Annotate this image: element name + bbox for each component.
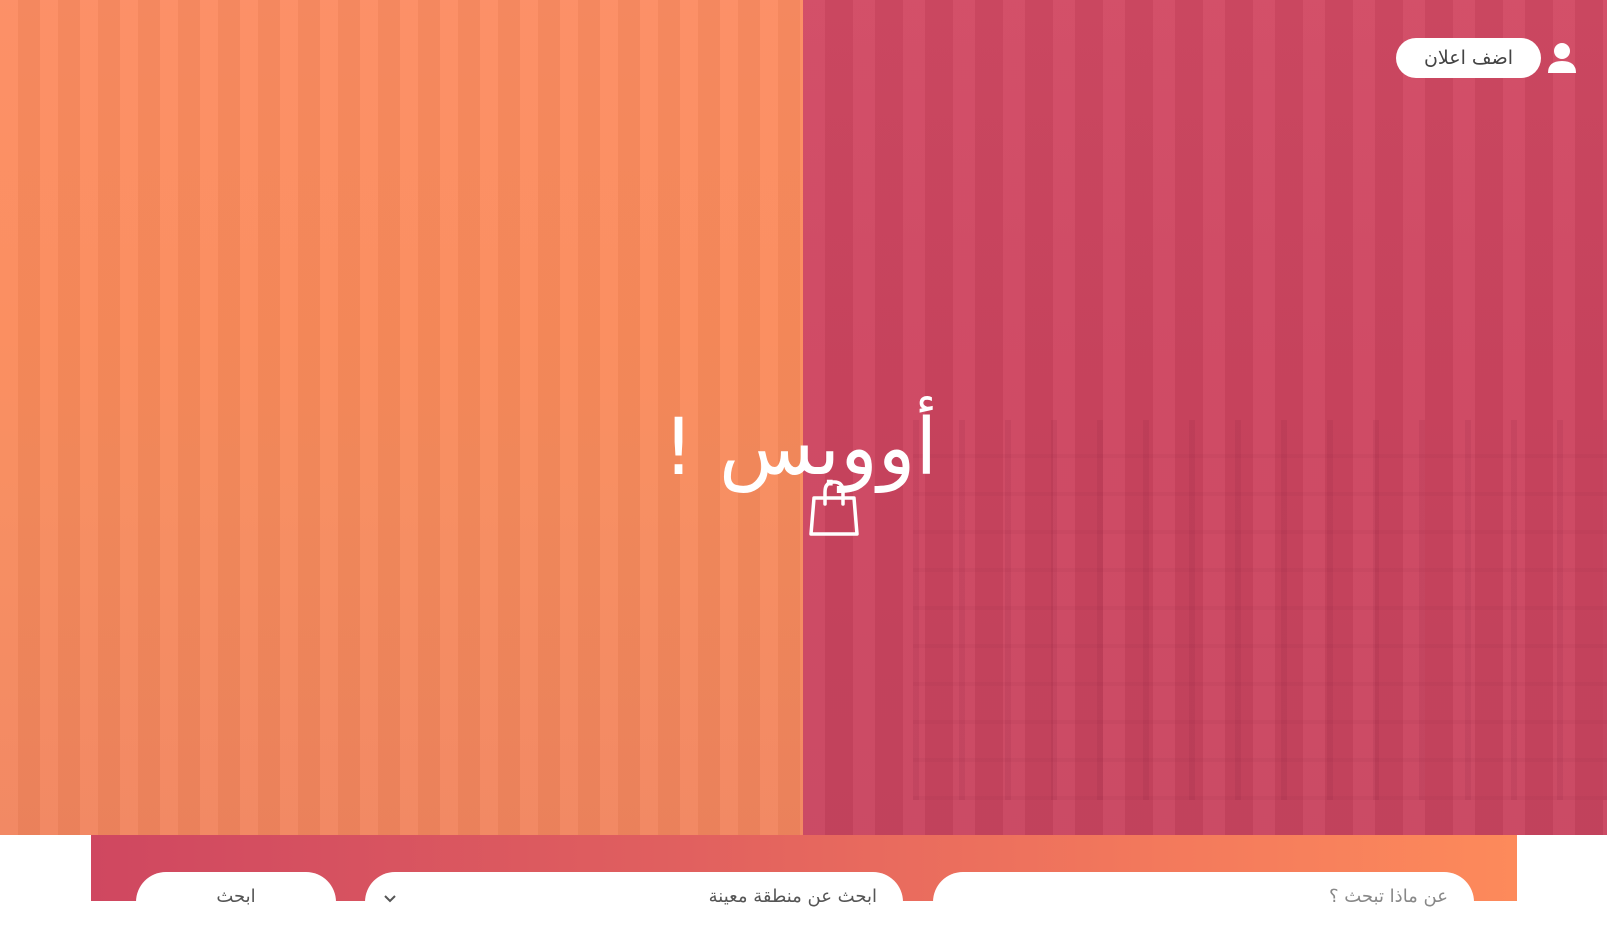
shopping-carts-background xyxy=(913,420,1607,800)
hero-title: أووبس ! xyxy=(662,403,938,493)
search-button[interactable]: ابحث xyxy=(136,872,336,932)
add-ad-button[interactable]: اضف اعلان xyxy=(1395,38,1541,78)
chevron-down-icon xyxy=(384,895,396,903)
shopping-bag-icon xyxy=(809,480,859,536)
region-select-label: ابحث عن منطقة معينة xyxy=(708,886,877,907)
hero-banner: أووبس ! اضف اعلان xyxy=(0,0,1607,835)
search-input[interactable]: عن ماذا تبحث ؟ xyxy=(933,872,1474,932)
region-select[interactable]: ابحث عن منطقة معينة xyxy=(365,872,903,932)
header-actions: اضف اعلان xyxy=(1395,38,1577,78)
search-bar: عن ماذا تبحث ؟ ابحث عن منطقة معينة ابحث xyxy=(91,835,1517,932)
user-icon[interactable] xyxy=(1547,42,1577,74)
